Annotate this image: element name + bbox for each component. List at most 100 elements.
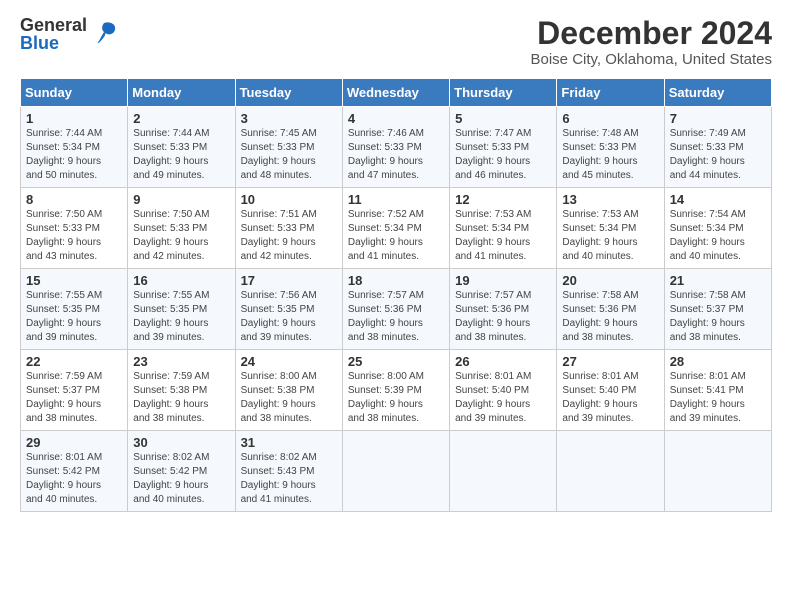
- day-info: Sunrise: 8:01 AM Sunset: 5:40 PM Dayligh…: [455, 370, 551, 426]
- table-row: 7Sunrise: 7:49 AM Sunset: 5:33 PM Daylig…: [664, 107, 771, 188]
- day-number: 29: [26, 435, 122, 450]
- week-row-4: 22Sunrise: 7:59 AM Sunset: 5:37 PM Dayli…: [21, 350, 772, 431]
- table-row: 6Sunrise: 7:48 AM Sunset: 5:33 PM Daylig…: [557, 107, 664, 188]
- day-info: Sunrise: 7:47 AM Sunset: 5:33 PM Dayligh…: [455, 127, 551, 183]
- table-row: 17Sunrise: 7:56 AM Sunset: 5:35 PM Dayli…: [235, 269, 342, 350]
- day-info: Sunrise: 7:46 AM Sunset: 5:33 PM Dayligh…: [348, 127, 444, 183]
- day-info: Sunrise: 7:50 AM Sunset: 5:33 PM Dayligh…: [133, 208, 229, 264]
- day-number: 8: [26, 192, 122, 207]
- table-row: 8Sunrise: 7:50 AM Sunset: 5:33 PM Daylig…: [21, 188, 128, 269]
- table-row: 15Sunrise: 7:55 AM Sunset: 5:35 PM Dayli…: [21, 269, 128, 350]
- day-number: 16: [133, 273, 229, 288]
- weekday-friday: Friday: [557, 79, 664, 107]
- title-section: December 2024 Boise City, Oklahoma, Unit…: [531, 16, 773, 68]
- day-info: Sunrise: 7:49 AM Sunset: 5:33 PM Dayligh…: [670, 127, 766, 183]
- subtitle: Boise City, Oklahoma, United States: [531, 51, 773, 68]
- table-row: 14Sunrise: 7:54 AM Sunset: 5:34 PM Dayli…: [664, 188, 771, 269]
- day-info: Sunrise: 7:56 AM Sunset: 5:35 PM Dayligh…: [241, 289, 337, 345]
- week-row-5: 29Sunrise: 8:01 AM Sunset: 5:42 PM Dayli…: [21, 431, 772, 512]
- day-info: Sunrise: 7:53 AM Sunset: 5:34 PM Dayligh…: [562, 208, 658, 264]
- table-row: 3Sunrise: 7:45 AM Sunset: 5:33 PM Daylig…: [235, 107, 342, 188]
- table-row: 10Sunrise: 7:51 AM Sunset: 5:33 PM Dayli…: [235, 188, 342, 269]
- weekday-thursday: Thursday: [450, 79, 557, 107]
- table-row: 27Sunrise: 8:01 AM Sunset: 5:40 PM Dayli…: [557, 350, 664, 431]
- day-number: 6: [562, 111, 658, 126]
- day-number: 9: [133, 192, 229, 207]
- day-info: Sunrise: 7:58 AM Sunset: 5:36 PM Dayligh…: [562, 289, 658, 345]
- table-row: 12Sunrise: 7:53 AM Sunset: 5:34 PM Dayli…: [450, 188, 557, 269]
- table-row: 16Sunrise: 7:55 AM Sunset: 5:35 PM Dayli…: [128, 269, 235, 350]
- day-info: Sunrise: 7:57 AM Sunset: 5:36 PM Dayligh…: [348, 289, 444, 345]
- day-number: 23: [133, 354, 229, 369]
- day-number: 18: [348, 273, 444, 288]
- day-number: 13: [562, 192, 658, 207]
- table-row: [342, 431, 449, 512]
- day-number: 17: [241, 273, 337, 288]
- day-number: 28: [670, 354, 766, 369]
- day-info: Sunrise: 8:00 AM Sunset: 5:39 PM Dayligh…: [348, 370, 444, 426]
- day-number: 4: [348, 111, 444, 126]
- table-row: 26Sunrise: 8:01 AM Sunset: 5:40 PM Dayli…: [450, 350, 557, 431]
- page: General Blue December 2024 Boise City, O…: [0, 0, 792, 612]
- day-info: Sunrise: 7:59 AM Sunset: 5:38 PM Dayligh…: [133, 370, 229, 426]
- table-row: 19Sunrise: 7:57 AM Sunset: 5:36 PM Dayli…: [450, 269, 557, 350]
- day-number: 12: [455, 192, 551, 207]
- weekday-monday: Monday: [128, 79, 235, 107]
- week-row-2: 8 Sunrise: 7:50 AM Sunset: 5:33 PM Daylig…: [21, 188, 772, 269]
- weekday-sunday: Sunday: [21, 79, 128, 107]
- day-info: Sunrise: 7:52 AM Sunset: 5:34 PM Dayligh…: [348, 208, 444, 264]
- day-number: 20: [562, 273, 658, 288]
- day-number: 25: [348, 354, 444, 369]
- weekday-tuesday: Tuesday: [235, 79, 342, 107]
- table-row: 30Sunrise: 8:02 AM Sunset: 5:42 PM Dayli…: [128, 431, 235, 512]
- day-info: Sunrise: 8:01 AM Sunset: 5:40 PM Dayligh…: [562, 370, 658, 426]
- table-row: 18Sunrise: 7:57 AM Sunset: 5:36 PM Dayli…: [342, 269, 449, 350]
- day-number: 26: [455, 354, 551, 369]
- day-info: Sunrise: 7:59 AM Sunset: 5:37 PM Dayligh…: [26, 370, 122, 426]
- day-info: Sunrise: 7:48 AM Sunset: 5:33 PM Dayligh…: [562, 127, 658, 183]
- day-number: 15: [26, 273, 122, 288]
- day-info: Sunrise: 7:55 AM Sunset: 5:35 PM Dayligh…: [26, 289, 122, 345]
- table-row: 31Sunrise: 8:02 AM Sunset: 5:43 PM Dayli…: [235, 431, 342, 512]
- table-row: [557, 431, 664, 512]
- table-row: 9Sunrise: 7:50 AM Sunset: 5:33 PM Daylig…: [128, 188, 235, 269]
- table-row: 13Sunrise: 7:53 AM Sunset: 5:34 PM Dayli…: [557, 188, 664, 269]
- table-row: 21Sunrise: 7:58 AM Sunset: 5:37 PM Dayli…: [664, 269, 771, 350]
- day-number: 2: [133, 111, 229, 126]
- day-number: 27: [562, 354, 658, 369]
- table-row: 5Sunrise: 7:47 AM Sunset: 5:33 PM Daylig…: [450, 107, 557, 188]
- day-info: Sunrise: 7:58 AM Sunset: 5:37 PM Dayligh…: [670, 289, 766, 345]
- day-number: 1: [26, 111, 122, 126]
- day-info: Sunrise: 7:53 AM Sunset: 5:34 PM Dayligh…: [455, 208, 551, 264]
- day-number: 3: [241, 111, 337, 126]
- table-row: 24Sunrise: 8:00 AM Sunset: 5:38 PM Dayli…: [235, 350, 342, 431]
- week-row-1: 1Sunrise: 7:44 AM Sunset: 5:34 PM Daylig…: [21, 107, 772, 188]
- table-row: 1Sunrise: 7:44 AM Sunset: 5:34 PM Daylig…: [21, 107, 128, 188]
- day-number: 24: [241, 354, 337, 369]
- table-row: 28Sunrise: 8:01 AM Sunset: 5:41 PM Dayli…: [664, 350, 771, 431]
- table-row: 25Sunrise: 8:00 AM Sunset: 5:39 PM Dayli…: [342, 350, 449, 431]
- week-row-3: 15Sunrise: 7:55 AM Sunset: 5:35 PM Dayli…: [21, 269, 772, 350]
- day-number: 10: [241, 192, 337, 207]
- day-number: 30: [133, 435, 229, 450]
- table-row: 29Sunrise: 8:01 AM Sunset: 5:42 PM Dayli…: [21, 431, 128, 512]
- day-info: Sunrise: 7:57 AM Sunset: 5:36 PM Dayligh…: [455, 289, 551, 345]
- calendar-table: Sunday Monday Tuesday Wednesday Thursday…: [20, 78, 772, 512]
- day-info: Sunrise: 7:44 AM Sunset: 5:33 PM Dayligh…: [133, 127, 229, 183]
- day-info: Sunrise: 8:02 AM Sunset: 5:43 PM Dayligh…: [241, 451, 337, 507]
- logo-general: General: [20, 16, 87, 34]
- table-row: 2Sunrise: 7:44 AM Sunset: 5:33 PM Daylig…: [128, 107, 235, 188]
- day-info: Sunrise: 7:55 AM Sunset: 5:35 PM Dayligh…: [133, 289, 229, 345]
- day-number: 31: [241, 435, 337, 450]
- header: General Blue December 2024 Boise City, O…: [20, 16, 772, 68]
- day-number: 11: [348, 192, 444, 207]
- table-row: 23Sunrise: 7:59 AM Sunset: 5:38 PM Dayli…: [128, 350, 235, 431]
- day-number: 7: [670, 111, 766, 126]
- day-info: Sunrise: 8:01 AM Sunset: 5:41 PM Dayligh…: [670, 370, 766, 426]
- day-info: Sunrise: 8:02 AM Sunset: 5:42 PM Dayligh…: [133, 451, 229, 507]
- day-number: 19: [455, 273, 551, 288]
- logo-bird-icon: [91, 19, 117, 49]
- day-info: Sunrise: 8:01 AM Sunset: 5:42 PM Dayligh…: [26, 451, 122, 507]
- main-title: December 2024: [531, 16, 773, 51]
- day-info: Sunrise: 7:54 AM Sunset: 5:34 PM Dayligh…: [670, 208, 766, 264]
